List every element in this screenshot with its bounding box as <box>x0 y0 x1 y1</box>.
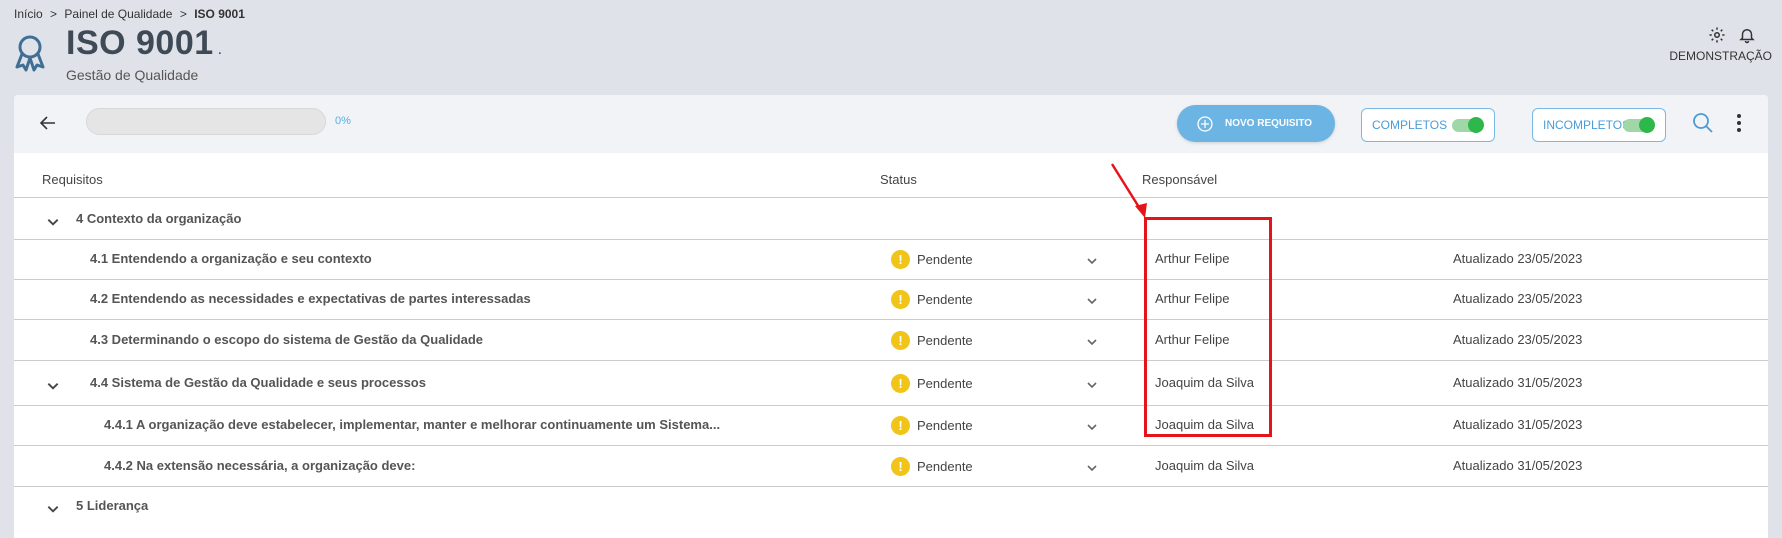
updated-date: Atualizado 31/05/2023 <box>1453 417 1583 432</box>
incompletos-switch[interactable] <box>1623 117 1655 133</box>
status-dropdown-chevron-icon[interactable] <box>1086 379 1098 391</box>
toolbar: 0% NOVO REQUISITO COMPLETOS INCOMPLETOS <box>14 95 1768 153</box>
table-group-row[interactable]: 5 Liderança <box>14 487 1768 538</box>
responsible-name[interactable]: Arthur Felipe <box>1155 251 1229 266</box>
responsible-name[interactable]: Joaquim da Silva <box>1155 375 1254 390</box>
breadcrumb-separator: > <box>50 7 58 21</box>
progress-bar <box>86 108 326 135</box>
requirement-title[interactable]: 4.2 Entendendo as necessidades e expecta… <box>90 291 531 306</box>
new-requirement-button[interactable]: NOVO REQUISITO <box>1177 105 1335 142</box>
status-badge[interactable]: ! Pendente <box>891 330 973 350</box>
updated-date: Atualizado 23/05/2023 <box>1453 331 1583 347</box>
page-title: ISO 9001. <box>66 24 223 62</box>
chevron-down-icon[interactable] <box>46 379 60 393</box>
status-badge[interactable]: ! Pendente <box>891 373 973 393</box>
status-label: Pendente <box>917 375 973 391</box>
arrow-left-icon <box>40 116 55 130</box>
updated-date: Atualizado 31/05/2023 <box>1453 457 1583 473</box>
col-responsavel: Responsável <box>1142 172 1218 187</box>
status-badge[interactable]: ! Pendente <box>891 290 973 309</box>
status-dropdown-chevron-icon[interactable] <box>1086 255 1098 267</box>
requirement-title[interactable]: 4.4.1 A organização deve estabelecer, im… <box>104 417 720 432</box>
table-row[interactable]: 4.4.2 Na extensão necessária, a organiza… <box>14 446 1768 487</box>
award-ribbon-icon <box>15 35 45 72</box>
warning-icon: ! <box>891 456 910 476</box>
requirement-title[interactable]: 4.4.2 Na extensão necessária, a organiza… <box>104 458 415 473</box>
responsible-name[interactable]: Arthur Felipe <box>1155 291 1229 306</box>
responsible-name[interactable]: Joaquim da Silva <box>1155 417 1254 432</box>
plus-circle-icon <box>1197 115 1213 132</box>
warning-icon: ! <box>891 416 910 435</box>
requirement-title[interactable]: 5 Liderança <box>76 498 148 513</box>
user-label[interactable]: DEMONSTRAÇÃO <box>1669 49 1772 63</box>
requirements-card: 0% NOVO REQUISITO COMPLETOS INCOMPLETOS … <box>14 95 1768 538</box>
col-status: Status <box>880 172 917 187</box>
status-badge[interactable]: ! Pendente <box>891 416 973 435</box>
table-row[interactable]: 4.2 Entendendo as necessidades e expecta… <box>14 280 1768 320</box>
new-requirement-label: NOVO REQUISITO <box>1225 118 1313 129</box>
requirement-title[interactable]: 4.4 Sistema de Gestão da Qualidade e seu… <box>90 375 426 390</box>
table-row[interactable]: 4.4 Sistema de Gestão da Qualidade e seu… <box>14 361 1768 406</box>
gear-icon[interactable] <box>1708 26 1726 44</box>
status-dropdown-chevron-icon[interactable] <box>1086 336 1098 348</box>
col-requisitos: Requisitos <box>42 172 103 187</box>
status-label: Pendente <box>917 252 973 267</box>
table-group-row[interactable]: 4 Contexto da organização <box>14 199 1768 240</box>
status-dropdown-chevron-icon[interactable] <box>1086 295 1098 307</box>
completos-switch[interactable] <box>1452 117 1484 133</box>
status-dropdown-chevron-icon[interactable] <box>1086 462 1098 474</box>
requirement-title[interactable]: 4.1 Entendendo a organização e seu conte… <box>90 251 372 266</box>
requirement-title[interactable]: 4.3 Determinando o escopo do sistema de … <box>90 332 483 347</box>
breadcrumb-home[interactable]: Início <box>14 7 43 21</box>
status-badge[interactable]: ! Pendente <box>891 456 973 476</box>
search-icon[interactable] <box>1692 112 1714 134</box>
breadcrumb-current: ISO 9001 <box>194 7 245 21</box>
updated-date: Atualizado 31/05/2023 <box>1453 374 1583 390</box>
status-label: Pendente <box>917 458 973 474</box>
more-vertical-icon[interactable] <box>1734 110 1744 136</box>
status-label: Pendente <box>917 418 973 433</box>
status-label: Pendente <box>917 292 973 307</box>
status-badge[interactable]: ! Pendente <box>891 250 973 269</box>
completos-toggle[interactable]: COMPLETOS <box>1361 108 1495 142</box>
table-row[interactable]: 4.1 Entendendo a organização e seu conte… <box>14 240 1768 280</box>
warning-icon: ! <box>891 373 910 393</box>
page-subtitle: Gestão de Qualidade <box>66 67 199 83</box>
requirement-title[interactable]: 4 Contexto da organização <box>76 211 241 226</box>
updated-date: Atualizado 23/05/2023 <box>1453 251 1583 266</box>
table-header: Requisitos Status Responsável <box>14 153 1768 198</box>
warning-icon: ! <box>891 330 910 350</box>
back-button[interactable] <box>36 111 60 135</box>
breadcrumb: Início > Painel de Qualidade > ISO 9001 <box>14 7 249 21</box>
bell-icon[interactable] <box>1738 26 1756 44</box>
progress-text: 0% <box>335 115 351 127</box>
page-header: Início > Painel de Qualidade > ISO 9001 … <box>0 0 1782 95</box>
table-row[interactable]: 4.3 Determinando o escopo do sistema de … <box>14 320 1768 361</box>
chevron-down-icon[interactable] <box>46 215 60 229</box>
chevron-down-icon[interactable] <box>46 502 60 516</box>
responsible-name[interactable]: Joaquim da Silva <box>1155 458 1254 473</box>
warning-icon: ! <box>891 290 910 309</box>
status-label: Pendente <box>917 332 973 348</box>
title-suffix: . <box>217 41 223 58</box>
breadcrumb-quality-panel[interactable]: Painel de Qualidade <box>64 7 172 21</box>
warning-icon: ! <box>891 250 910 269</box>
table-row[interactable]: 4.4.1 A organização deve estabelecer, im… <box>14 406 1768 446</box>
status-dropdown-chevron-icon[interactable] <box>1086 421 1098 433</box>
incompletos-toggle[interactable]: INCOMPLETOS <box>1532 108 1666 142</box>
completos-label: COMPLETOS <box>1372 118 1448 132</box>
breadcrumb-separator: > <box>179 7 187 21</box>
incompletos-label: INCOMPLETOS <box>1543 118 1631 132</box>
responsible-name[interactable]: Arthur Felipe <box>1155 332 1229 347</box>
updated-date: Atualizado 23/05/2023 <box>1453 291 1583 306</box>
